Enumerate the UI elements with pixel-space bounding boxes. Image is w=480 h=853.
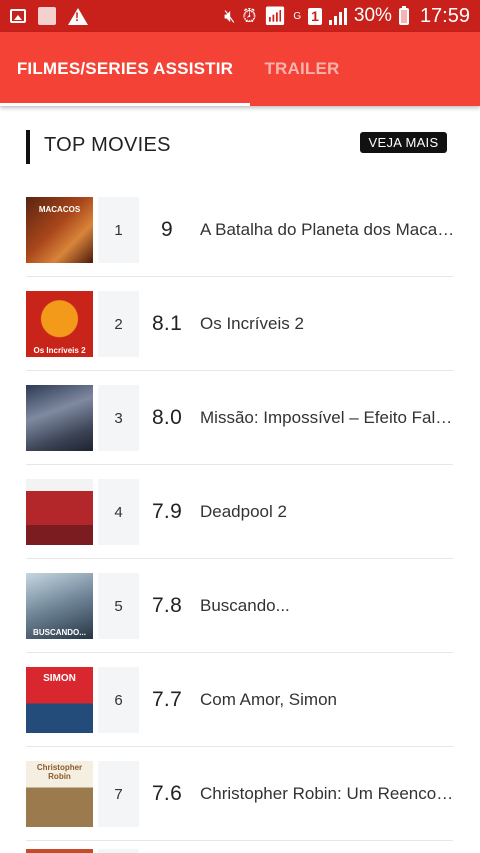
movie-row[interactable]: Christopher Robin 7 7.6 Christopher Robi…: [26, 747, 455, 841]
status-bar: 🔇︎ ⏰︎ 📶︎ G 1 30% 17:59: [0, 0, 480, 32]
movie-rating: 7.9: [151, 499, 183, 523]
movie-rank: 6: [98, 667, 139, 733]
movie-poster: SIMON: [26, 667, 93, 733]
movie-title: Deadpool 2: [200, 465, 455, 558]
movie-poster: Christopher Robin: [26, 761, 93, 827]
movie-poster: BUSCANDO...: [26, 573, 93, 639]
movie-title: Buscando...: [200, 559, 455, 652]
poster-text: MACACOS: [38, 205, 81, 214]
movie-title: Missão: Impossível – Efeito Fallout: [200, 371, 455, 464]
status-time: 17:59: [419, 4, 470, 27]
image-notification-icon: [10, 9, 26, 23]
movie-row[interactable]: Os Incríveis 2 2 8.1 Os Incríveis 2: [26, 277, 453, 371]
section-accent-bar: [26, 130, 30, 164]
movie-poster: [26, 385, 93, 451]
battery-charging-icon: [398, 5, 409, 25]
status-bar-system: 🔇︎ ⏰︎ 📶︎ G 1 30% 17:59: [224, 5, 480, 28]
movie-rank: 3: [98, 385, 139, 451]
movie-row[interactable]: 3 8.0 Missão: Impossível – Efeito Fallou…: [26, 371, 455, 465]
movie-rank-partial: [98, 849, 139, 853]
app-notification-icon: [38, 7, 56, 25]
movie-rating: 7.8: [151, 593, 183, 617]
movie-title-text: Os Incríveis 2: [200, 313, 304, 333]
tab-selected-indicator: [0, 103, 250, 106]
movie-title: Com Amor, Simon: [200, 653, 455, 746]
movie-title-text: Com Amor, Simon: [200, 689, 337, 709]
movie-poster: Os Incríveis 2: [26, 291, 93, 357]
movie-row[interactable]: BUSCANDO... 5 7.8 Buscando...: [26, 559, 453, 653]
movie-poster: [26, 479, 93, 545]
movie-rating: 7.7: [151, 687, 183, 711]
movie-row[interactable]: 4 7.9 Deadpool 2: [26, 465, 453, 559]
movie-rank: 5: [98, 573, 139, 639]
top-movies-list: MACACOS 1 9 A Batalha do Planeta dos Mac…: [26, 183, 455, 841]
movie-rating: 9: [161, 217, 173, 241]
movie-title-text: A Batalha do Planeta dos Macacos: [200, 219, 455, 239]
tab-bar: FILMES/SERIES ASSISTIR TRAILER: [0, 32, 480, 106]
movie-rank: 4: [98, 479, 139, 545]
tab-label: TRAILER: [264, 59, 340, 78]
wifi-icon: 📶︎: [263, 6, 287, 26]
signal-icon: [328, 7, 347, 25]
movie-poster-partial: [26, 849, 93, 853]
movie-title-text: Deadpool 2: [200, 501, 287, 521]
movie-row[interactable]: MACACOS 1 9 A Batalha do Planeta dos Mac…: [26, 183, 455, 277]
movie-rank: 2: [98, 291, 139, 357]
poster-text: Christopher Robin: [36, 763, 83, 781]
movie-rank: 1: [98, 197, 139, 263]
movie-rating: 8.0: [151, 405, 183, 429]
movie-title-text: Christopher Robin: Um Reencontro Inesque…: [200, 783, 455, 803]
movie-rating: 7.6: [151, 781, 183, 805]
poster-text: Os Incríveis 2: [33, 346, 86, 355]
alarm-icon: ⏰︎: [242, 6, 257, 26]
tab-trailer[interactable]: TRAILER: [250, 32, 354, 106]
network-type-label: G: [293, 10, 302, 22]
poster-text: BUSCANDO...: [33, 628, 86, 637]
movie-rating: 8.1: [151, 311, 183, 335]
section-title: TOP MOVIES: [44, 134, 171, 156]
battery-percent: 30%: [353, 5, 392, 26]
movie-title: Christopher Robin: Um Reencontro Inesque…: [200, 747, 455, 840]
movie-rank: 7: [98, 761, 139, 827]
movie-title-text: Missão: Impossível – Efeito Fallout: [200, 407, 455, 427]
tab-filmes-series[interactable]: FILMES/SERIES ASSISTIR: [0, 32, 250, 106]
sim-1-icon: 1: [308, 7, 322, 25]
movie-poster: MACACOS: [26, 197, 93, 263]
see-more-button[interactable]: VEJA MAIS: [360, 132, 447, 153]
movie-title: A Batalha do Planeta dos Macacos: [200, 183, 455, 276]
tab-label: FILMES/SERIES ASSISTIR: [16, 59, 234, 78]
movie-row[interactable]: SIMON 6 7.7 Com Amor, Simon: [26, 653, 453, 747]
movie-title: Os Incríveis 2: [200, 277, 455, 370]
status-bar-notifications: [0, 7, 88, 25]
movie-title-text: Buscando...: [200, 595, 290, 615]
mute-vibrate-icon: 🔇︎: [224, 6, 236, 26]
poster-text: SIMON: [43, 673, 76, 684]
warning-icon: [68, 7, 88, 25]
